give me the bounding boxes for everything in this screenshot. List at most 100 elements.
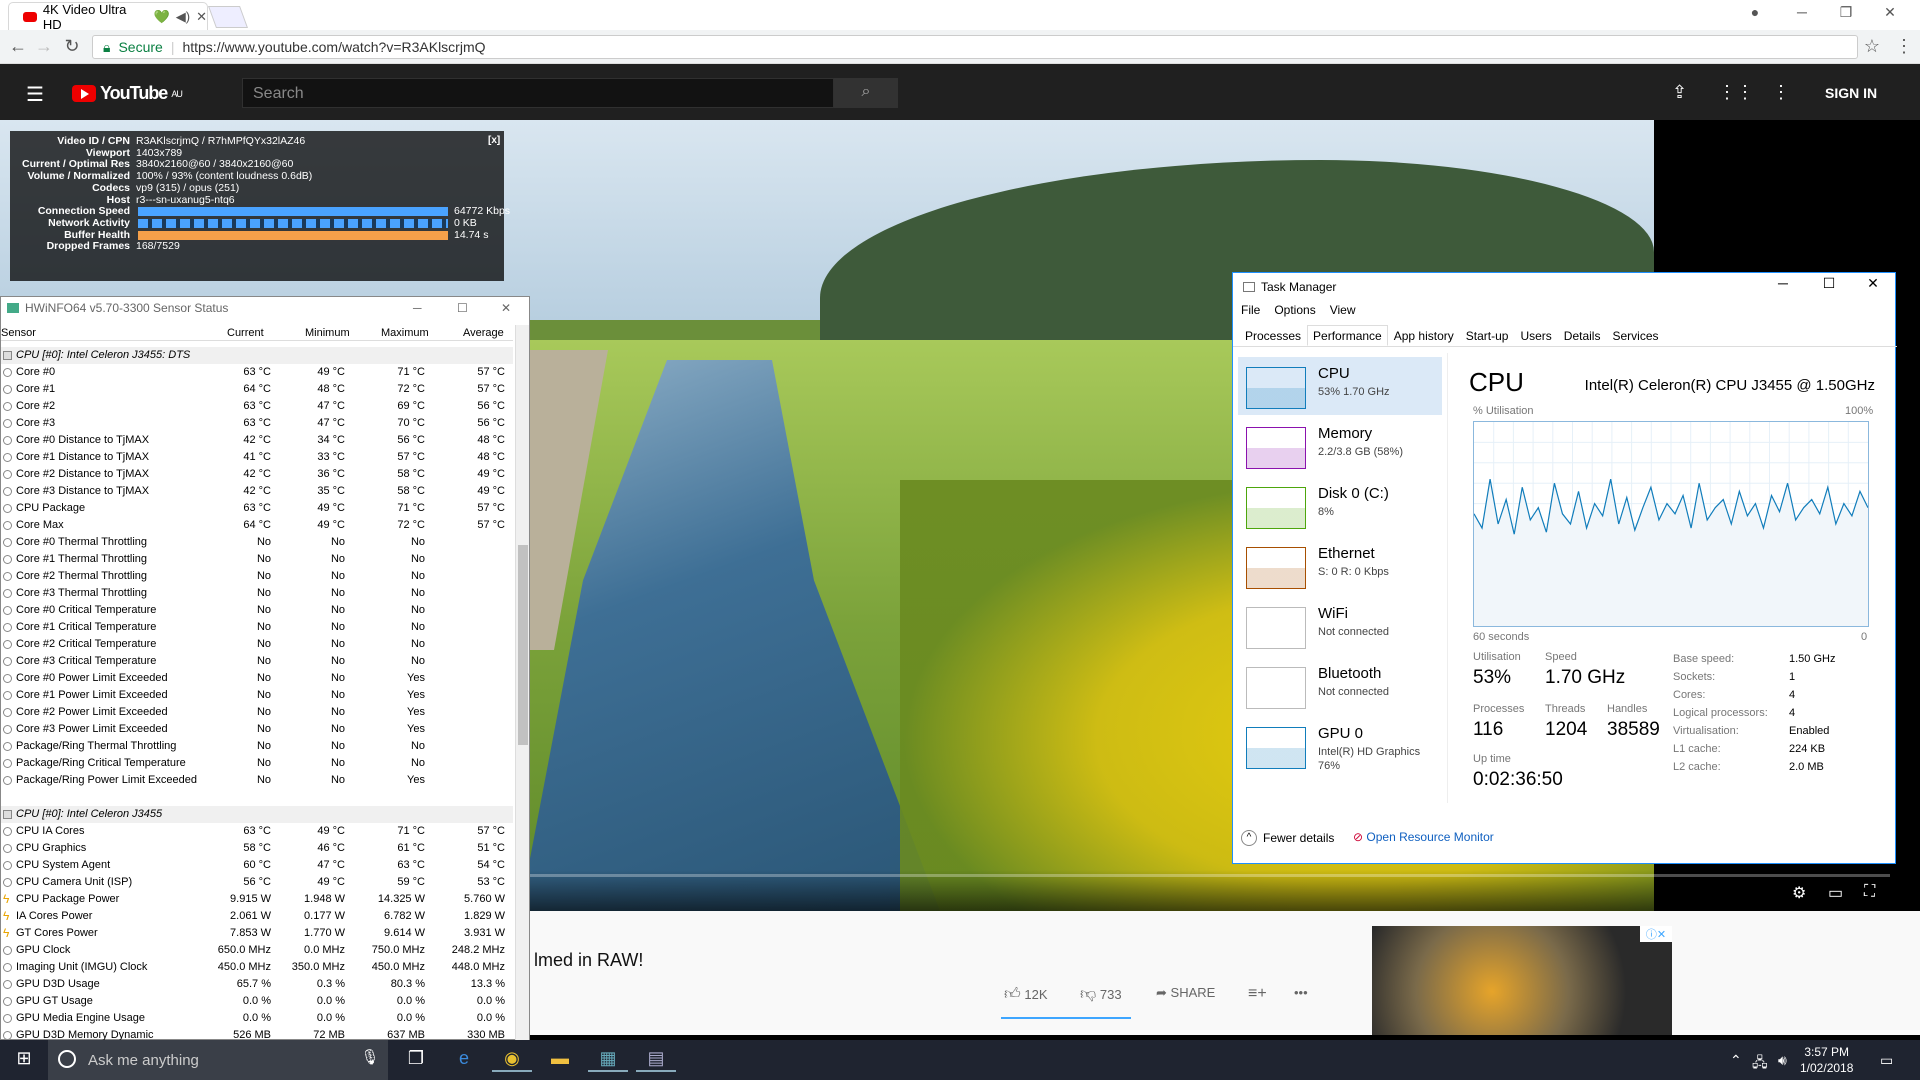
share-button[interactable]: ➦ SHARE xyxy=(1156,985,1215,1001)
tm-maximize-button[interactable]: ☐ xyxy=(1807,275,1851,299)
browser-menu-icon[interactable]: ⋮ xyxy=(1892,36,1916,58)
hwinfo-sensor-row[interactable]: Core #1 Power Limit Exceeded No No Yes xyxy=(1,687,513,704)
minimize-button[interactable]: ─ xyxy=(1782,4,1822,26)
hwinfo-sensor-row[interactable]: Core #2 Distance to TjMAX 42 °C 36 °C 58 °C… xyxy=(1,466,513,483)
ad-info-icon[interactable]: ⓘ✕ xyxy=(1640,926,1672,942)
tm-menu-view[interactable]: View xyxy=(1330,303,1356,317)
hwinfo-sensor-row[interactable]: Core #1 Distance to TjMAX 41 °C 33 °C 57 °C… xyxy=(1,449,513,466)
hwinfo-sensor-row[interactable]: Package/Ring Critical Temperature No No No xyxy=(1,755,513,772)
reload-icon[interactable]: ↻ xyxy=(60,36,84,58)
hwinfo-sensor-row[interactable]: Core #1 Thermal Throttling No No No xyxy=(1,551,513,568)
hwinfo-group-header[interactable]: CPU [#0]: Intel Celeron J3455: DTS xyxy=(1,347,513,364)
network-icon[interactable]: 🖧︎ xyxy=(1752,1052,1768,1076)
search-icon[interactable]: ⌕ xyxy=(834,78,898,108)
hwinfo-sensor-row[interactable]: Core #2 63 °C 47 °C 69 °C 56 °C xyxy=(1,398,513,415)
more-vert-icon[interactable]: ⋮ xyxy=(1772,82,1790,103)
settings-gear-icon[interactable]: ⚙ xyxy=(1792,883,1806,903)
hwinfo-sensor-row[interactable]: Core #0 Critical Temperature No No No xyxy=(1,602,513,619)
windows-start-icon[interactable]: ⊞ xyxy=(4,1048,44,1072)
hwinfo-sensor-row[interactable]: GPU GT Usage 0.0 % 0.0 % 0.0 % 0.0 % xyxy=(1,993,513,1010)
hwinfo-sensor-row[interactable]: Package/Ring Thermal Throttling No No No xyxy=(1,738,513,755)
hwinfo-scrollbar-thumb[interactable] xyxy=(518,545,528,745)
hwinfo-sensor-row[interactable]: Core #3 Power Limit Exceeded No No Yes xyxy=(1,721,513,738)
hwinfo-sensor-row[interactable]: Core Max 64 °C 49 °C 72 °C 57 °C xyxy=(1,517,513,534)
hwinfo-sensor-row[interactable]: Core #0 Power Limit Exceeded No No Yes xyxy=(1,670,513,687)
action-center-icon[interactable]: ▭ xyxy=(1880,1052,1893,1069)
restore-button[interactable]: ❐ xyxy=(1826,4,1866,26)
hwinfo-sensor-row[interactable]: GPU Media Engine Usage 0.0 % 0.0 % 0.0 % 0.0… xyxy=(1,1010,513,1027)
col-header-current[interactable]: Current xyxy=(227,327,264,339)
chrome-icon[interactable]: ◉ xyxy=(492,1048,532,1072)
hwinfo-sensor-row[interactable]: CPU IA Cores 63 °C 49 °C 71 °C 57 °C xyxy=(1,823,513,840)
more-actions-button[interactable]: ••• xyxy=(1294,985,1308,1000)
back-icon[interactable]: ← xyxy=(6,36,30,58)
hwinfo-sensor-row[interactable]: CPU System Agent 60 °C 47 °C 63 °C 54 °C xyxy=(1,857,513,874)
video-progress-bar[interactable] xyxy=(500,874,1890,877)
tm-resource-gpu-0[interactable]: GPU 0 Intel(R) HD Graphics 76% xyxy=(1238,717,1442,775)
hwinfo-sensor-row[interactable]: Core #3 Critical Temperature No No No xyxy=(1,653,513,670)
col-header-sensor[interactable]: Sensor xyxy=(1,327,36,339)
add-to-playlist-icon[interactable]: ≡+ xyxy=(1248,985,1267,1003)
hwinfo-sensor-row[interactable]: Core #3 Thermal Throttling No No No xyxy=(1,585,513,602)
hwinfo-sensor-row[interactable]: Core #2 Critical Temperature No No No xyxy=(1,636,513,653)
hwinfo-taskbar-icon[interactable]: ▦ xyxy=(588,1048,628,1072)
hwinfo-sensor-row[interactable]: ϟ GT Cores Power 7.853 W 1.770 W 9.614 W 3.93… xyxy=(1,925,513,942)
tm-tab-start-up[interactable]: Start-up xyxy=(1460,325,1515,346)
col-header-average[interactable]: Average xyxy=(463,327,504,339)
hwinfo-minimize-button[interactable]: ─ xyxy=(413,301,422,315)
task-view-icon[interactable]: ❐ xyxy=(396,1048,436,1072)
upload-icon[interactable]: ⇪ xyxy=(1672,82,1687,103)
hwinfo-sensor-row[interactable]: GPU Clock 650.0 MHz 0.0 MHz 750.0 MHz 248.2 … xyxy=(1,942,513,959)
stats-close-button[interactable]: [x] xyxy=(488,135,500,146)
tm-resource-cpu[interactable]: CPU 53% 1.70 GHz xyxy=(1238,357,1442,415)
hwinfo-maximize-button[interactable]: ☐ xyxy=(457,301,468,315)
tm-tab-services[interactable]: Services xyxy=(1606,325,1664,346)
tm-minimize-button[interactable]: ─ xyxy=(1761,275,1805,299)
tm-tab-processes[interactable]: Processes xyxy=(1239,325,1307,346)
col-header-minimum[interactable]: Minimum xyxy=(305,327,350,339)
bookmark-star-icon[interactable]: ☆ xyxy=(1860,36,1884,58)
volume-icon[interactable]: 🔊︎ xyxy=(1778,1052,1787,1069)
microphone-icon[interactable]: 🎙︎ xyxy=(350,1048,390,1072)
ad-thumbnail[interactable] xyxy=(1372,926,1672,1035)
hamburger-menu-icon[interactable]: ☰ xyxy=(26,82,44,107)
tm-tab-app-history[interactable]: App history xyxy=(1388,325,1460,346)
tray-chevron-up-icon[interactable]: ⌃ xyxy=(1730,1052,1742,1069)
edge-browser-icon[interactable]: e xyxy=(444,1048,484,1072)
fewer-details-button[interactable]: ^ Fewer details xyxy=(1241,830,1334,846)
tm-resource-disk-0-c-[interactable]: Disk 0 (C:) 8% xyxy=(1238,477,1442,535)
hwinfo-sensor-row[interactable]: ϟ CPU Package Power 9.915 W 1.948 W 14.325 W… xyxy=(1,891,513,908)
dislike-button[interactable]: 👎︎ 733 xyxy=(1080,985,1122,1004)
file-explorer-icon[interactable]: ▬ xyxy=(540,1048,580,1072)
tm-tab-performance[interactable]: Performance xyxy=(1307,325,1388,346)
hwinfo-sensor-row[interactable]: Core #3 63 °C 47 °C 70 °C 56 °C xyxy=(1,415,513,432)
tm-resource-bluetooth[interactable]: Bluetooth Not connected xyxy=(1238,657,1442,715)
open-resource-monitor-link[interactable]: ⊘ Open Resource Monitor xyxy=(1353,830,1494,844)
youtube-logo[interactable]: YouTube AU xyxy=(72,83,183,104)
taskbar-clock[interactable]: 3:57 PM 1/02/2018 xyxy=(1800,1044,1853,1076)
hwinfo-group-header[interactable]: CPU [#0]: Intel Celeron J3455 xyxy=(1,806,513,823)
hwinfo-sensor-row[interactable]: CPU Graphics 58 °C 46 °C 61 °C 51 °C xyxy=(1,840,513,857)
cortana-search-box[interactable]: Ask me anything xyxy=(48,1040,388,1080)
hwinfo-sensor-row[interactable]: Core #1 64 °C 48 °C 72 °C 57 °C xyxy=(1,381,513,398)
hwinfo-sensor-row[interactable]: Core #2 Power Limit Exceeded No No Yes xyxy=(1,704,513,721)
tm-resource-memory[interactable]: Memory 2.2/3.8 GB (58%) xyxy=(1238,417,1442,475)
tm-menu-options[interactable]: Options xyxy=(1274,303,1315,317)
hwinfo-scrollbar[interactable] xyxy=(515,325,529,1041)
theater-mode-icon[interactable]: ▭ xyxy=(1828,883,1843,903)
sign-in-button[interactable]: SIGN IN xyxy=(1825,85,1877,101)
tm-tab-details[interactable]: Details xyxy=(1558,325,1607,346)
profile-icon[interactable]: ● xyxy=(1735,4,1775,26)
forward-icon[interactable]: → xyxy=(32,36,56,58)
tab-close-icon[interactable]: ✕ xyxy=(196,9,207,25)
like-button[interactable]: 👍︎ 12K xyxy=(1004,985,1048,1004)
hwinfo-sensor-row[interactable]: Imaging Unit (IMGU) Clock 450.0 MHz 350.0 … xyxy=(1,959,513,976)
hwinfo-sensor-row[interactable]: Core #0 Thermal Throttling No No No xyxy=(1,534,513,551)
hwinfo-sensor-row[interactable]: ϟ IA Cores Power 2.061 W 0.177 W 6.782 W 1.82… xyxy=(1,908,513,925)
hwinfo-sensor-row[interactable]: Package/Ring Power Limit Exceeded No No Yes xyxy=(1,772,513,789)
apps-grid-icon[interactable]: ⋮⋮ xyxy=(1718,82,1754,103)
fullscreen-icon[interactable]: ⛶ xyxy=(1864,883,1875,901)
browser-tab[interactable]: 4K Video Ultra HD 💚 ◀) ✕ xyxy=(8,2,208,32)
hwinfo-sensor-row[interactable]: CPU Package 63 °C 49 °C 71 °C 57 °C xyxy=(1,500,513,517)
tm-tab-users[interactable]: Users xyxy=(1514,325,1557,346)
